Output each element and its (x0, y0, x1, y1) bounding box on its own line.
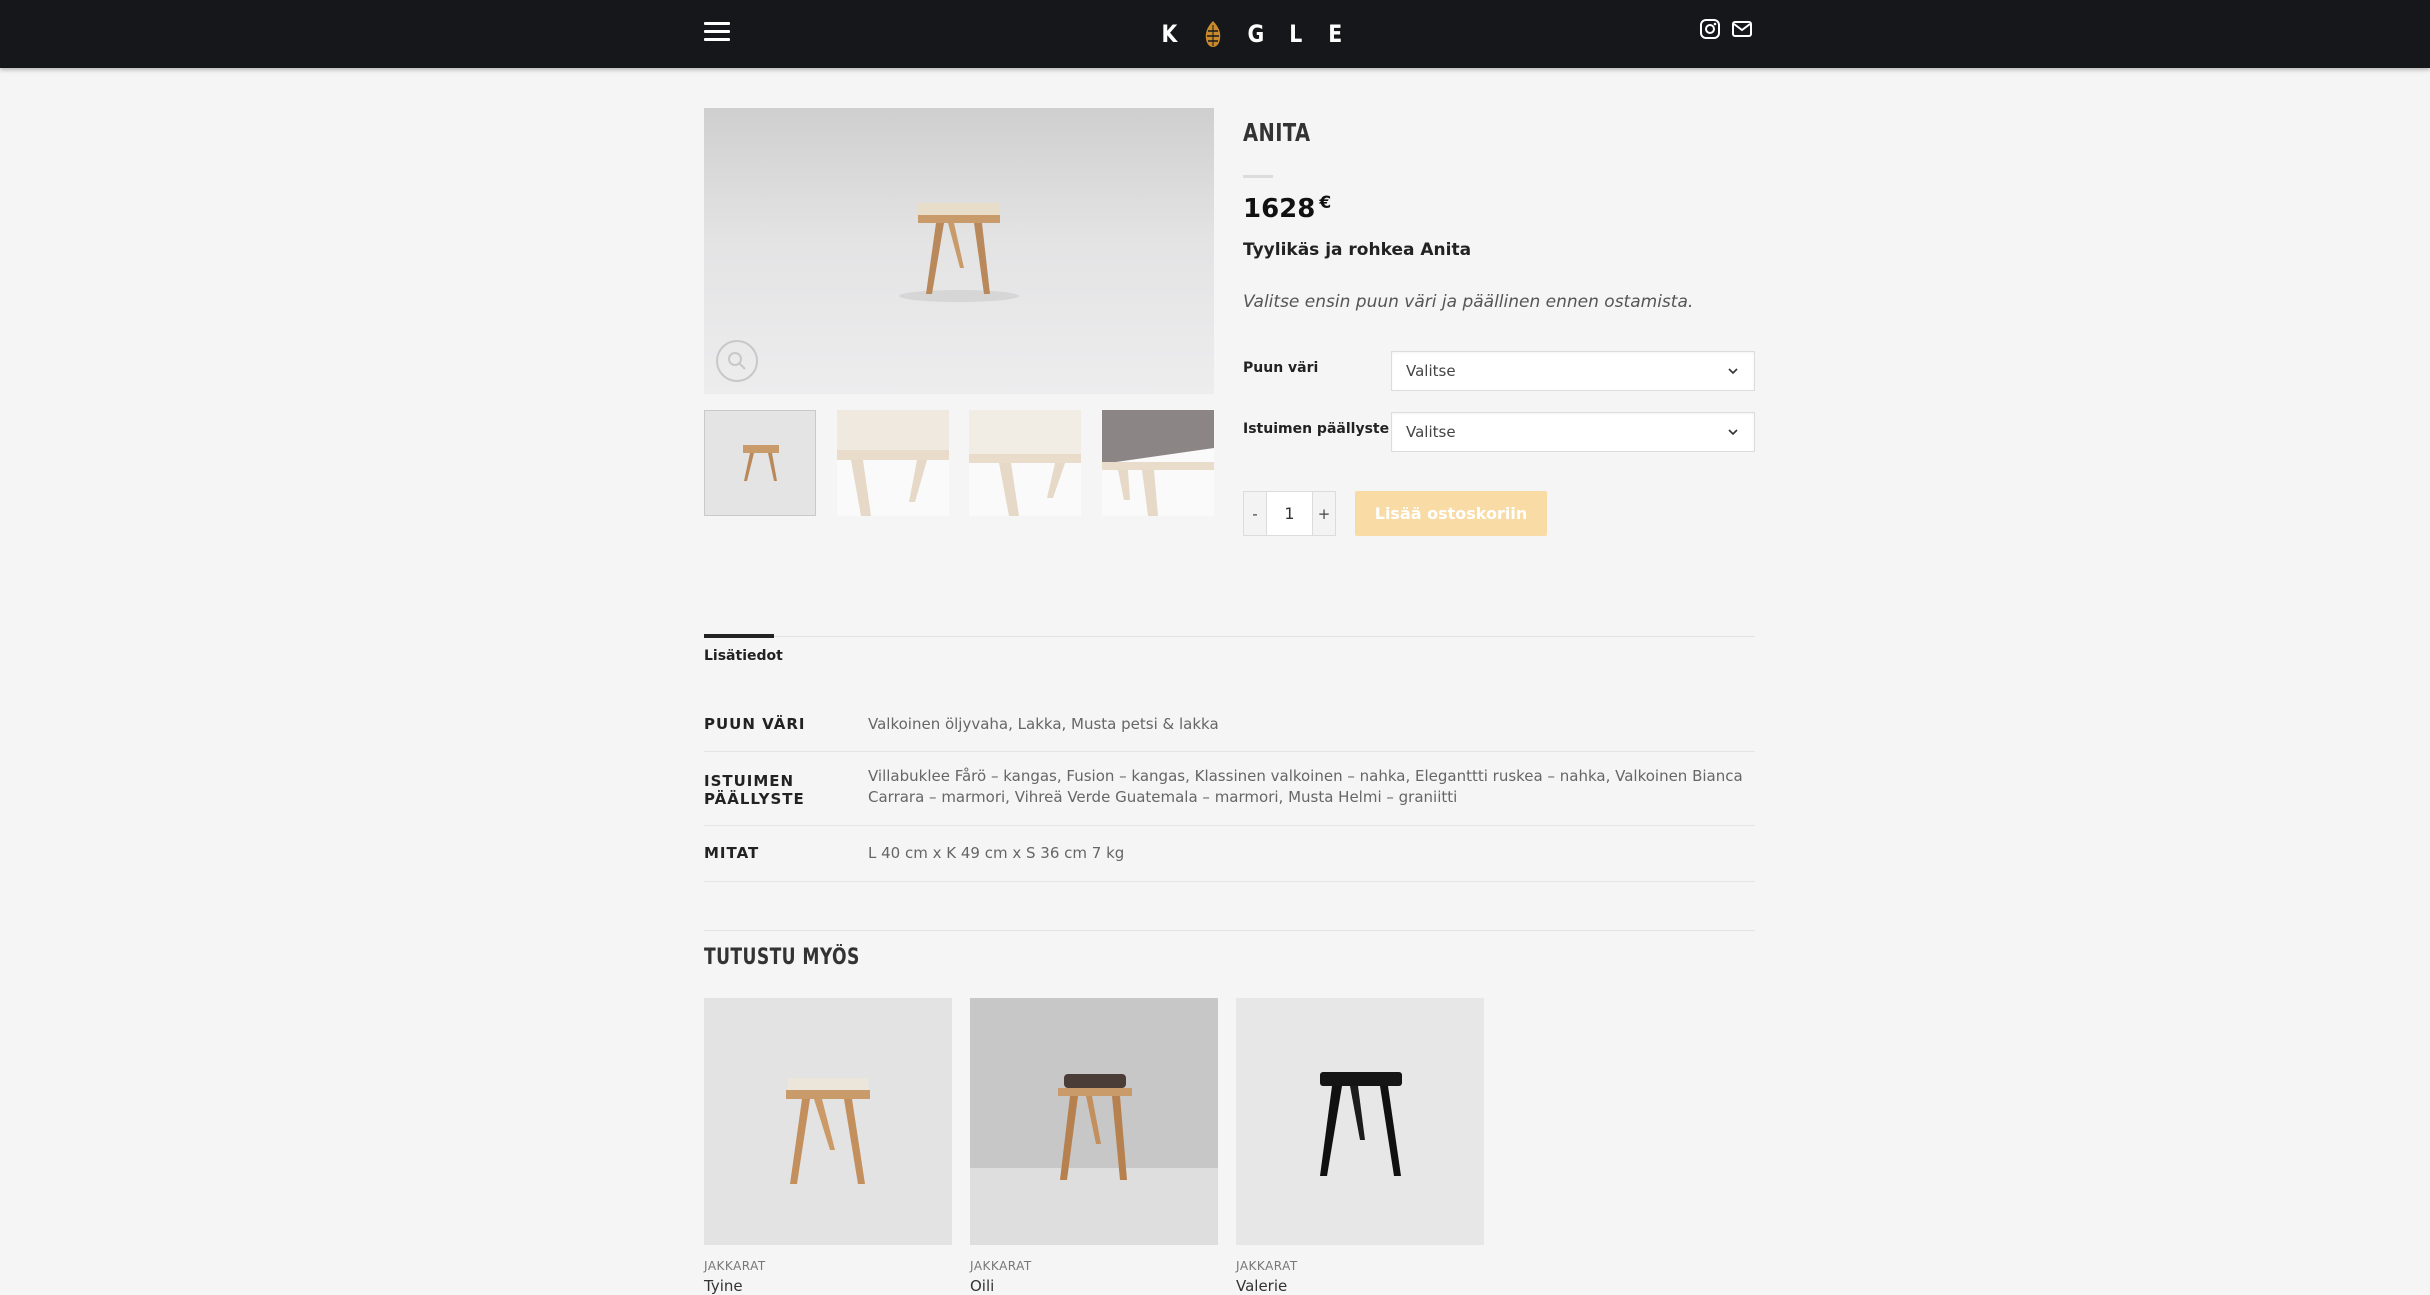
instagram-icon[interactable] (1699, 18, 1721, 40)
zoom-icon (728, 352, 746, 370)
thumbnail-4[interactable] (1102, 410, 1214, 516)
related-product-image[interactable] (1236, 998, 1484, 1245)
select-value: Valitse (1406, 362, 1456, 380)
chevron-down-icon (1728, 429, 1738, 436)
mail-icon[interactable] (1731, 18, 1753, 40)
site-header: K G L E (0, 0, 2430, 68)
logo-letter: E (1327, 20, 1343, 48)
seat-cover-select[interactable]: Valitse (1391, 412, 1755, 452)
product-title: ANITA (1243, 118, 1311, 147)
option-label-seat-cover: Istuimen päällyste (1243, 421, 1390, 437)
menu-icon[interactable] (704, 22, 730, 44)
thumbnail-image (969, 410, 1081, 516)
related-product-name[interactable]: Oili (970, 1277, 1218, 1295)
thumbnail-1[interactable] (704, 410, 816, 516)
attribute-value: L 40 cm x K 49 cm x S 36 cm 7 kg (868, 844, 1125, 862)
chevron-down-icon (1728, 368, 1738, 375)
related-divider (704, 930, 1755, 931)
related-product-category: JAKKARAT (970, 1259, 1032, 1273)
title-divider (1243, 175, 1273, 178)
related-product-card: JAKKARAT Oili (970, 998, 1218, 1295)
price-amount: 1628 (1243, 194, 1316, 224)
logo-letter: L (1289, 20, 1304, 48)
logo-letter: K (1161, 20, 1179, 48)
quantity-minus-button[interactable]: - (1243, 491, 1267, 536)
thumbnail-image (1102, 410, 1214, 516)
attribute-key: ISTUIMEN PÄÄLLYSTE (704, 772, 805, 808)
option-label-wood-color: Puun väri (1243, 360, 1319, 376)
add-to-cart-button[interactable]: Lisää ostoskoriin (1355, 491, 1547, 536)
related-product-name[interactable]: Tyine (704, 1277, 952, 1295)
attribute-key: PUUN VÄRI (704, 715, 806, 733)
related-product-category: JAKKARAT (704, 1259, 766, 1273)
stool-photo (704, 998, 952, 1245)
select-value: Valitse (1406, 423, 1456, 441)
stool-photo (1236, 998, 1484, 1245)
related-product-card: JAKKARAT Tyine (704, 998, 952, 1295)
thumbnail-2[interactable] (837, 410, 949, 516)
product-price: 1628 € (1243, 193, 1332, 224)
thumbnail-image (837, 410, 949, 516)
quantity-input[interactable]: 1 (1267, 491, 1312, 536)
related-title: TUTUSTU MYÖS (704, 945, 860, 970)
quantity-stepper: - 1 + (1243, 491, 1336, 536)
quantity-plus-button[interactable]: + (1312, 491, 1336, 536)
related-product-card: JAKKARAT Valerie (1236, 998, 1484, 1295)
thumbnail-3[interactable] (969, 410, 1081, 516)
product-main-image[interactable] (704, 108, 1214, 394)
related-product-name[interactable]: Valerie (1236, 1277, 1484, 1295)
attribute-row: MITAT L 40 cm x K 49 cm x S 36 cm 7 kg (704, 826, 1755, 882)
tabs-divider (704, 636, 1755, 637)
tab-active-indicator (704, 634, 774, 638)
related-product-image[interactable] (704, 998, 952, 1245)
logo-letter: G (1247, 20, 1265, 48)
stool-photo (970, 998, 1218, 1245)
attribute-value: Villabuklee Fårö – kangas, Fusion – kang… (868, 767, 1743, 806)
attribute-row: PUUN VÄRI Valkoinen öljyvaha, Lakka, Mus… (704, 700, 1755, 752)
attribute-value: Valkoinen öljyvaha, Lakka, Musta petsi &… (868, 715, 1219, 733)
tab-additional-info[interactable]: Lisätiedot (704, 648, 783, 664)
product-subtitle: Tyylikäs ja rohkea Anita (1243, 240, 1472, 260)
thumbnail-image (705, 411, 815, 515)
thumbnail-strip (704, 410, 1214, 518)
wood-color-select[interactable]: Valitse (1391, 351, 1755, 391)
related-product-image[interactable] (970, 998, 1218, 1245)
site-logo[interactable]: K G L E (1160, 14, 1344, 54)
attribute-row: ISTUIMEN PÄÄLLYSTE Villabuklee Fårö – ka… (704, 752, 1755, 826)
pinecone-logo-icon (1205, 21, 1220, 47)
stool-photo (899, 203, 1019, 302)
attribute-key: MITAT (704, 844, 760, 862)
related-product-category: JAKKARAT (1236, 1259, 1298, 1273)
product-note: Valitse ensin puun väri ja päällinen enn… (1243, 292, 1694, 312)
zoom-button[interactable] (716, 340, 758, 382)
price-currency: € (1319, 193, 1332, 213)
